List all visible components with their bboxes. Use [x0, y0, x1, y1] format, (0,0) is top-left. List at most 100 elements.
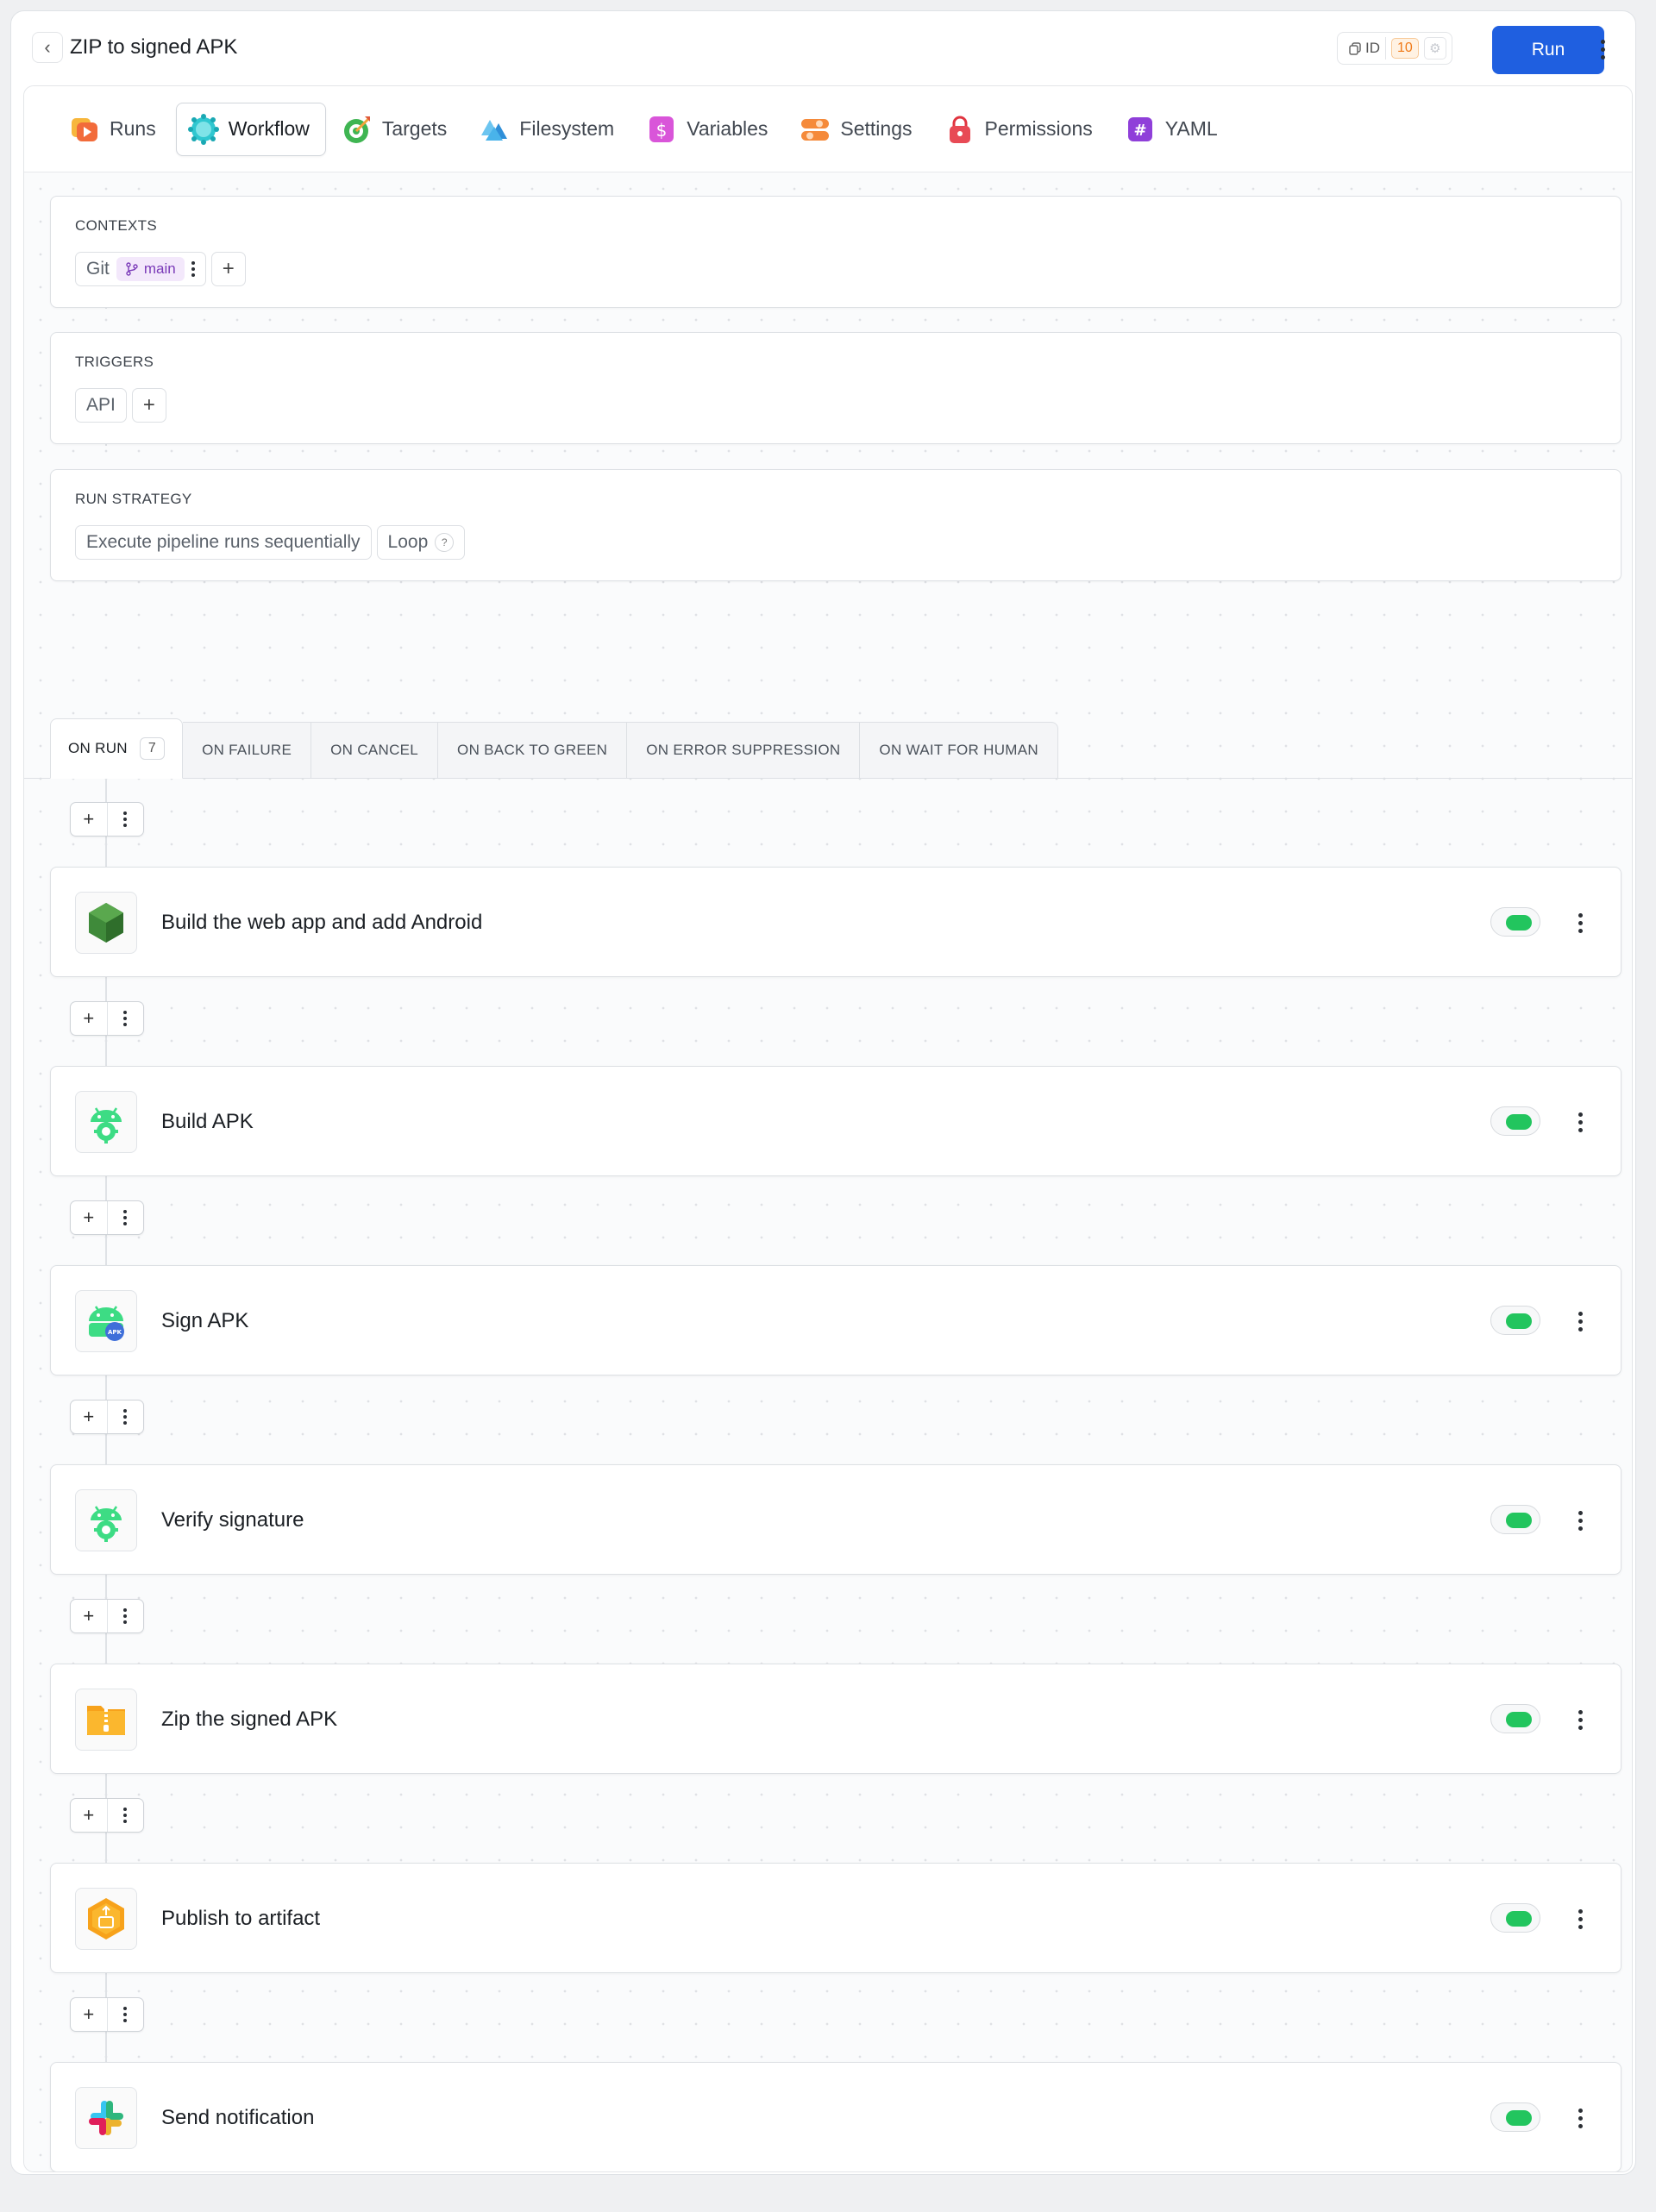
tab-variables[interactable]: $ Variables — [634, 103, 784, 156]
action-card[interactable]: Zip the signed APK — [50, 1664, 1622, 1774]
plus-icon: + — [83, 2003, 95, 2025]
add-context-button[interactable]: + — [210, 252, 246, 286]
action-card[interactable]: Publish to artifact — [50, 1863, 1622, 1973]
more-vertical-icon — [1578, 1311, 1583, 1332]
tab-on-run[interactable]: ON RUN 7 — [50, 718, 184, 779]
action-more-button[interactable] — [1567, 905, 1593, 940]
tab-targets[interactable]: Targets — [329, 103, 463, 156]
runs-icon — [72, 117, 97, 141]
artifact-icon — [88, 1898, 124, 1939]
more-actions-button[interactable] — [108, 1401, 144, 1433]
run-button[interactable]: Run — [1492, 26, 1604, 74]
targets-icon — [343, 116, 370, 143]
add-trigger-button[interactable]: + — [131, 388, 166, 423]
tab-settings[interactable]: Settings — [787, 103, 928, 156]
action-card[interactable]: APK Sign APK — [50, 1265, 1622, 1375]
add-action-group: + — [70, 1200, 144, 1235]
plus-icon: + — [83, 1206, 95, 1228]
action-card[interactable]: Build APK — [50, 1066, 1622, 1176]
more-vertical-icon — [123, 1608, 128, 1624]
more-actions-button[interactable] — [108, 1201, 144, 1234]
add-action-button[interactable]: + — [71, 803, 108, 836]
add-action-button[interactable]: + — [71, 1201, 108, 1234]
enable-toggle[interactable] — [1490, 1106, 1540, 1136]
tab-label: ON RUN — [68, 740, 128, 756]
help-icon[interactable]: ? — [435, 533, 455, 552]
more-vertical-icon — [123, 2007, 128, 2022]
tab-workflow[interactable]: Workflow — [175, 102, 326, 156]
triggers-section: TRIGGERS API + — [50, 332, 1622, 444]
tab-on-back-to-green[interactable]: ON BACK TO GREEN — [438, 722, 628, 779]
copy-id-button[interactable]: ID — [1343, 37, 1386, 60]
action-icon-box — [75, 1689, 137, 1751]
more-vertical-icon — [123, 1210, 128, 1225]
tab-on-cancel[interactable]: ON CANCEL — [311, 722, 439, 779]
action-icon-box — [75, 1091, 137, 1153]
action-name: Build the web app and add Android — [161, 911, 483, 934]
action-more-button[interactable] — [1567, 1105, 1593, 1139]
action-card[interactable]: Verify signature — [50, 1464, 1622, 1575]
add-action-button[interactable]: + — [71, 1002, 108, 1035]
action-card[interactable]: Send notification — [50, 2062, 1622, 2171]
add-action-button[interactable]: + — [71, 1799, 108, 1832]
plus-icon: + — [222, 257, 235, 280]
more-actions-button[interactable] — [108, 803, 144, 836]
tab-runs[interactable]: Runs — [57, 103, 172, 156]
enable-toggle[interactable] — [1490, 907, 1540, 937]
tab-permissions[interactable]: Permissions — [932, 103, 1109, 156]
action-more-button[interactable] — [1567, 2101, 1593, 2135]
workflow-canvas: CONTEXTS Git main + TRIGGERS API + RUN S… — [24, 172, 1632, 2171]
more-actions-button[interactable] — [108, 1998, 144, 2031]
action-card[interactable]: Build the web app and add Android — [50, 867, 1622, 977]
contexts-section: CONTEXTS Git main + — [50, 196, 1622, 308]
header-more-button[interactable] — [1590, 32, 1615, 66]
add-action-group: + — [70, 1798, 144, 1833]
page-header: ‹ ZIP to signed APK ID 10 ⚙ Run — [11, 11, 1635, 85]
tab-on-error-suppression[interactable]: ON ERROR SUPPRESSION — [627, 722, 861, 779]
enable-toggle[interactable] — [1490, 1903, 1540, 1933]
action-icon-box — [75, 2087, 137, 2149]
tab-on-wait-for-human[interactable]: ON WAIT FOR HUMAN — [860, 722, 1058, 779]
add-action-button[interactable]: + — [71, 1998, 108, 2031]
add-action-group: + — [70, 1997, 144, 2032]
action-more-button[interactable] — [1567, 1702, 1593, 1737]
enable-toggle[interactable] — [1490, 1505, 1540, 1534]
tab-yaml[interactable]: # YAML — [1113, 103, 1234, 156]
add-action-button[interactable]: + — [71, 1401, 108, 1433]
tab-on-failure[interactable]: ON FAILURE — [183, 722, 312, 779]
more-actions-button[interactable] — [108, 1002, 144, 1035]
more-vertical-icon[interactable] — [191, 261, 195, 277]
action-more-button[interactable] — [1567, 1503, 1593, 1538]
enable-toggle[interactable] — [1490, 1704, 1540, 1733]
action-name: Zip the signed APK — [161, 1708, 338, 1731]
chevron-left-icon: ‹ — [44, 36, 51, 58]
action-more-button[interactable] — [1567, 1304, 1593, 1338]
more-actions-button[interactable] — [108, 1799, 144, 1832]
enable-toggle[interactable] — [1490, 1306, 1540, 1335]
action-name: Sign APK — [161, 1309, 249, 1332]
action-name: Verify signature — [161, 1508, 304, 1532]
enable-toggle[interactable] — [1490, 2102, 1540, 2132]
add-action-button[interactable]: + — [71, 1600, 108, 1632]
back-button[interactable]: ‹ — [32, 32, 63, 63]
id-value-badge: 10 — [1391, 38, 1419, 59]
section-label: CONTEXTS — [75, 217, 157, 234]
run-mode-pill[interactable]: Execute pipeline runs sequentially — [75, 525, 372, 560]
tab-label: Permissions — [984, 117, 1093, 140]
more-actions-button[interactable] — [108, 1600, 144, 1632]
add-action-group: + — [70, 802, 144, 837]
count-badge: 7 — [139, 737, 166, 760]
action-more-button[interactable] — [1567, 1902, 1593, 1936]
trigger-pill-api[interactable]: API — [75, 388, 127, 423]
action-icon-box — [75, 1489, 137, 1551]
filesystem-icon — [481, 119, 508, 141]
gear-icon[interactable]: ⚙ — [1423, 37, 1446, 60]
more-vertical-icon — [1578, 2108, 1583, 2128]
more-vertical-icon — [123, 1808, 128, 1823]
git-context-pill[interactable]: Git main — [75, 252, 206, 286]
section-label: RUN STRATEGY — [75, 491, 192, 507]
android-apk-icon: APK — [89, 1306, 124, 1341]
loop-label: Loop — [387, 532, 429, 552]
tab-filesystem[interactable]: Filesystem — [467, 103, 630, 156]
loop-pill[interactable]: Loop ? — [376, 525, 466, 560]
